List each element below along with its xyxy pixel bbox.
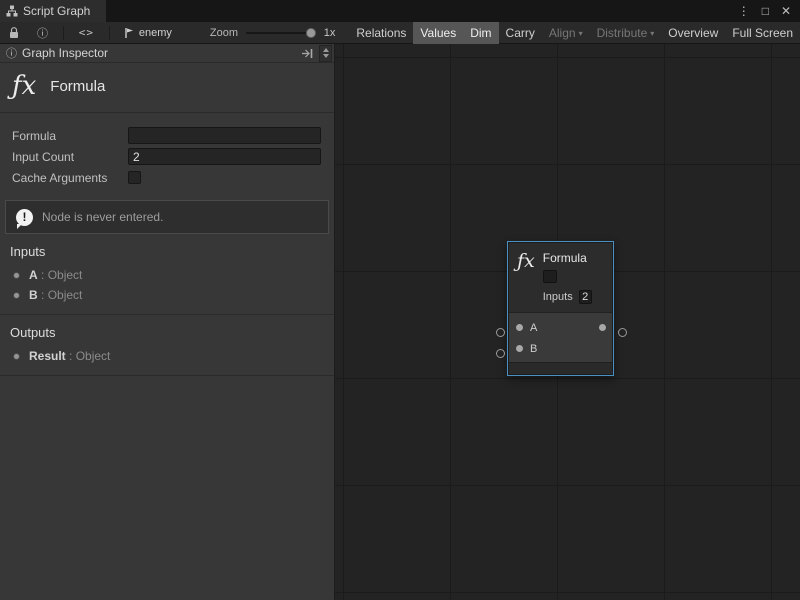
input-port-b[interactable] — [516, 345, 523, 352]
outputs-section: Outputs Result : Object — [0, 315, 334, 376]
port-name: Result — [29, 349, 66, 363]
inputs-section-header: Inputs — [0, 244, 334, 259]
output-port-result[interactable] — [599, 324, 606, 331]
type-separator: : — [38, 288, 48, 302]
outputs-section-header: Outputs — [0, 325, 334, 340]
warning-text: Node is never entered. — [42, 210, 163, 224]
lock-icon[interactable] — [0, 22, 28, 44]
port-type: Object — [48, 268, 83, 282]
port-type: Object — [76, 349, 111, 363]
inspector-header: ⓘ Graph Inspector — [0, 44, 334, 63]
tab-label: Script Graph — [23, 4, 90, 18]
dim-button[interactable]: Dim — [463, 22, 498, 44]
tab-script-graph[interactable]: Script Graph — [0, 0, 106, 22]
code-icon[interactable]: <> — [70, 22, 103, 44]
script-graph-icon — [6, 5, 18, 17]
zoom-value: 1x — [324, 27, 336, 39]
port-name: B — [29, 288, 38, 302]
node-inputs-label: Inputs — [543, 291, 573, 303]
inspector-node-title: Formula — [50, 78, 105, 95]
step-up-icon[interactable] — [323, 48, 329, 52]
scroll-stepper[interactable] — [319, 45, 332, 62]
warning-icon: ! — [16, 209, 33, 226]
input-count-input[interactable] — [128, 148, 321, 165]
input-port-a[interactable] — [516, 324, 523, 331]
output-port-row-result: Result : Object — [0, 346, 334, 366]
node-inputs-count[interactable]: 2 — [579, 290, 592, 304]
flag-icon — [124, 27, 134, 39]
breadcrumb-enemy[interactable]: enemy — [116, 22, 180, 44]
dock-arrow-icon[interactable] — [301, 48, 314, 59]
toolbar-divider — [109, 26, 110, 40]
external-port-circle-result[interactable] — [618, 328, 627, 337]
input-count-field-row: Input Count — [0, 146, 334, 167]
graph-canvas[interactable]: ƒx Formula Inputs 2 A — [335, 44, 800, 600]
formula-node[interactable]: ƒx Formula Inputs 2 A — [507, 241, 614, 376]
port-name: A — [29, 268, 38, 282]
window-maximize-icon[interactable]: □ — [762, 4, 769, 18]
relations-button[interactable]: Relations — [349, 22, 413, 44]
external-port-circle-b[interactable] — [496, 349, 505, 358]
formula-fx-icon: ƒx — [12, 73, 36, 99]
port-dot-icon — [13, 353, 20, 360]
node-footer — [509, 362, 612, 374]
input-port-row-b: B : Object — [0, 285, 334, 305]
node-port-row-a: A — [509, 317, 612, 338]
zoom-label: Zoom — [210, 27, 238, 39]
formula-field-row: Formula — [0, 125, 334, 146]
node-inspector-heading: ƒx Formula — [0, 63, 334, 113]
carry-button[interactable]: Carry — [499, 22, 542, 44]
graph-inspector-panel: ⓘ Graph Inspector ƒx Formula Formula Inp… — [0, 44, 335, 600]
values-button[interactable]: Values — [413, 22, 463, 44]
formula-field-label: Formula — [12, 129, 128, 143]
chevron-down-icon: ▾ — [579, 29, 583, 38]
inspector-title: Graph Inspector — [22, 46, 108, 60]
input-port-row-a: A : Object — [0, 265, 334, 285]
graph-toolbar: ⓘ <> enemy Zoom 1x Relations Values Dim … — [0, 22, 800, 44]
port-type: Object — [48, 288, 83, 302]
step-down-icon[interactable] — [323, 54, 329, 58]
chevron-down-icon: ▾ — [650, 29, 654, 38]
info-icon: ⓘ — [6, 45, 17, 61]
node-ports: A B — [509, 312, 612, 362]
zoom-knob[interactable] — [306, 28, 316, 38]
full-screen-button[interactable]: Full Screen — [725, 22, 800, 44]
toolbar-buttons: Relations Values Dim Carry Align▾ Distri… — [349, 22, 800, 44]
title-bar: Script Graph ⋮ □ ✕ — [0, 0, 800, 22]
distribute-label: Distribute — [597, 26, 648, 40]
cache-arguments-field-row: Cache Arguments — [0, 167, 334, 188]
port-dot-icon — [13, 272, 20, 279]
formula-fx-icon: ƒx — [517, 251, 535, 304]
align-label: Align — [549, 26, 576, 40]
window-controls: ⋮ □ ✕ — [738, 4, 800, 18]
zoom-slider[interactable] — [246, 32, 316, 34]
port-dot-icon — [13, 292, 20, 299]
formula-input[interactable] — [128, 127, 321, 144]
inspector-fields: Formula Input Count Cache Arguments — [0, 113, 334, 190]
port-label: A — [530, 322, 537, 334]
warning-box: ! Node is never entered. — [5, 200, 329, 234]
info-icon[interactable]: ⓘ — [28, 22, 57, 44]
node-port-row-b: B — [509, 338, 612, 359]
window-menu-icon[interactable]: ⋮ — [738, 4, 750, 18]
overview-button[interactable]: Overview — [661, 22, 725, 44]
window-close-icon[interactable]: ✕ — [781, 4, 791, 18]
type-separator: : — [66, 349, 76, 363]
breadcrumb-label: enemy — [139, 27, 172, 39]
type-separator: : — [38, 268, 48, 282]
formula-node-header[interactable]: ƒx Formula Inputs 2 — [509, 243, 612, 312]
node-formula-input[interactable] — [543, 270, 557, 283]
cache-arguments-label: Cache Arguments — [12, 171, 128, 185]
align-button[interactable]: Align▾ — [542, 22, 590, 44]
inputs-section: Inputs A : Object B : Object — [0, 234, 334, 315]
port-label: B — [530, 343, 537, 355]
node-title: Formula — [543, 251, 592, 265]
external-port-circle-a[interactable] — [496, 328, 505, 337]
toolbar-divider — [63, 26, 64, 40]
input-count-label: Input Count — [12, 150, 128, 164]
distribute-button[interactable]: Distribute▾ — [590, 22, 662, 44]
cache-arguments-checkbox[interactable] — [128, 171, 141, 184]
